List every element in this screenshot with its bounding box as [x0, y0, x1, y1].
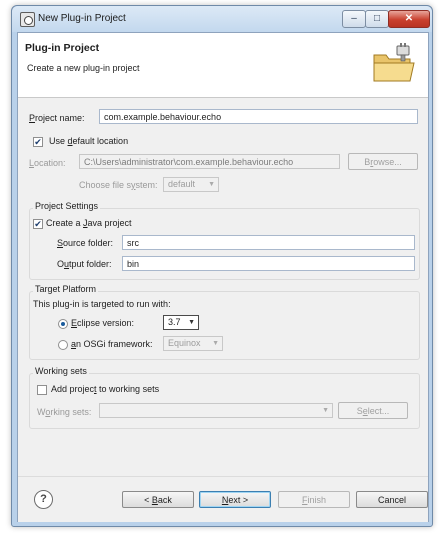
osgi-framework-label: an OSGi framework: [71, 339, 153, 349]
use-default-location-checkbox[interactable]: ✔ [33, 137, 43, 147]
target-platform-description: This plug-in is targeted to run with: [33, 299, 171, 309]
browse-button[interactable]: Browse... [348, 153, 418, 170]
eclipse-version-value: 3.7 [168, 317, 181, 327]
dialog-window: New Plug-in Project – □ ✕ Plug-in Projec… [11, 5, 433, 527]
file-system-value: default [168, 179, 196, 189]
finish-button[interactable]: Finish [278, 491, 350, 508]
output-folder-label: Output folder: [57, 259, 112, 269]
working-sets-label: Working sets: [37, 407, 92, 417]
window-title: New Plug-in Project [38, 13, 126, 24]
back-button[interactable]: < Back [122, 491, 194, 508]
maximize-icon: □ [373, 13, 381, 24]
wizard-header: Plug-in Project Create a new plug-in pro… [18, 33, 428, 98]
page-title: Plug-in Project [25, 42, 100, 54]
title-bar[interactable]: New Plug-in Project – □ ✕ [12, 6, 432, 32]
file-system-label: Choose file system: [79, 180, 158, 190]
select-working-sets-button[interactable]: Select... [338, 402, 408, 419]
dialog-client-area: Plug-in Project Create a new plug-in pro… [17, 32, 429, 522]
plug-in-folder-icon [373, 43, 415, 82]
create-java-project-checkbox[interactable]: ✔ [33, 219, 43, 229]
create-java-project-label: Create a Java project [46, 218, 132, 228]
location-input[interactable]: C:\Users\administrator\com.example.behav… [79, 154, 340, 169]
osgi-framework-select[interactable]: Equinox ▼ [163, 336, 223, 351]
chevron-down-icon: ▼ [322, 407, 329, 414]
cancel-button[interactable]: Cancel [356, 491, 428, 508]
page-description: Create a new plug-in project [27, 63, 140, 73]
project-name-label: Project name: [29, 113, 85, 123]
eclipse-version-radio[interactable] [58, 319, 68, 329]
close-button[interactable]: ✕ [388, 10, 430, 28]
source-folder-input[interactable]: src [122, 235, 415, 250]
maximize-button[interactable]: □ [365, 10, 389, 28]
help-icon[interactable]: ? [34, 490, 53, 509]
target-platform-title: Target Platform [33, 284, 99, 294]
eclipse-version-label: Eclipse version: [71, 318, 135, 328]
working-sets-title: Working sets [33, 366, 89, 376]
osgi-framework-radio[interactable] [58, 340, 68, 350]
working-sets-group [29, 373, 420, 429]
add-to-working-sets-checkbox[interactable] [37, 385, 47, 395]
source-folder-label: Source folder: [57, 238, 114, 248]
add-to-working-sets-label: Add project to working sets [51, 384, 160, 394]
close-icon: ✕ [404, 13, 414, 24]
next-button[interactable]: Next > [199, 491, 271, 508]
output-folder-input[interactable]: bin [122, 256, 415, 271]
eclipse-version-select[interactable]: 3.7 ▼ [163, 315, 199, 330]
chevron-down-icon: ▼ [188, 319, 195, 326]
chevron-down-icon: ▼ [208, 181, 215, 188]
minimize-button[interactable]: – [342, 10, 366, 28]
minimize-icon: – [351, 13, 357, 24]
eclipse-app-icon [20, 12, 35, 27]
wizard-body: Project name: com.example.behaviour.echo… [18, 98, 428, 476]
osgi-framework-value: Equinox [168, 338, 201, 348]
chevron-down-icon: ▼ [212, 340, 219, 347]
file-system-select[interactable]: default ▼ [163, 177, 219, 192]
project-settings-title: Project Settings [33, 201, 101, 211]
working-sets-select[interactable]: ▼ [99, 403, 333, 418]
wizard-footer: ? < Back Next > Finish Cancel [18, 476, 428, 522]
project-name-input[interactable]: com.example.behaviour.echo [99, 109, 418, 124]
location-label: Location: [29, 158, 66, 168]
use-default-location-label: Use default location [49, 136, 129, 146]
